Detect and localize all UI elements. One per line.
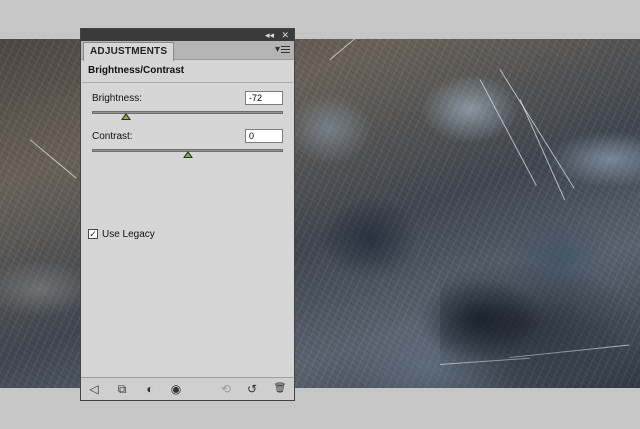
panel-menu-button[interactable]: ▾ bbox=[275, 44, 290, 55]
scratch-mark bbox=[29, 139, 77, 179]
trash-icon[interactable]: 🗑 bbox=[273, 382, 287, 396]
section-title: Brightness/Contrast bbox=[88, 65, 185, 76]
scratch-mark bbox=[479, 79, 537, 186]
brightness-control: Brightness: bbox=[81, 83, 294, 121]
close-icon[interactable]: ✕ bbox=[281, 29, 289, 41]
menu-lines-icon bbox=[281, 45, 290, 53]
expand-view-icon[interactable]: ⧉ bbox=[115, 382, 129, 396]
use-legacy-label: Use Legacy bbox=[102, 228, 155, 240]
tab-row: ADJUSTMENTS ▾ bbox=[81, 41, 294, 61]
panel-titlebar[interactable]: ◂◂ ✕ bbox=[81, 29, 294, 41]
reset-icon[interactable]: ↺ bbox=[245, 382, 259, 396]
scratch-mark bbox=[499, 69, 575, 189]
contrast-label: Contrast: bbox=[92, 131, 133, 142]
brightness-label: Brightness: bbox=[92, 93, 143, 104]
use-legacy-option[interactable]: ✓ Use Legacy bbox=[88, 227, 155, 241]
contrast-input[interactable] bbox=[245, 129, 283, 143]
back-arrow-icon[interactable]: ◁ bbox=[87, 382, 101, 396]
clip-to-layer-icon[interactable]: ◐ bbox=[143, 382, 157, 396]
scratch-mark bbox=[329, 39, 392, 60]
contrast-control: Contrast: bbox=[81, 121, 294, 159]
eye-icon[interactable]: ◉ bbox=[169, 382, 183, 396]
collapse-icon[interactable]: ◂◂ bbox=[265, 29, 274, 41]
previous-state-icon[interactable]: ⟲ bbox=[219, 382, 233, 396]
panel-footer: ◁ ⧉ ◐ ◉ ⟲ ↺ 🗑 bbox=[81, 377, 294, 400]
tab-adjustments[interactable]: ADJUSTMENTS bbox=[83, 42, 175, 61]
scratch-mark bbox=[519, 99, 566, 201]
chevron-down-icon: ▾ bbox=[274, 44, 280, 55]
dark-region bbox=[440, 259, 640, 388]
use-legacy-checkbox[interactable]: ✓ bbox=[88, 229, 98, 239]
adjustments-panel: ◂◂ ✕ ADJUSTMENTS ▾ Brightness/Contrast B… bbox=[80, 28, 295, 401]
brightness-input[interactable] bbox=[245, 91, 283, 105]
